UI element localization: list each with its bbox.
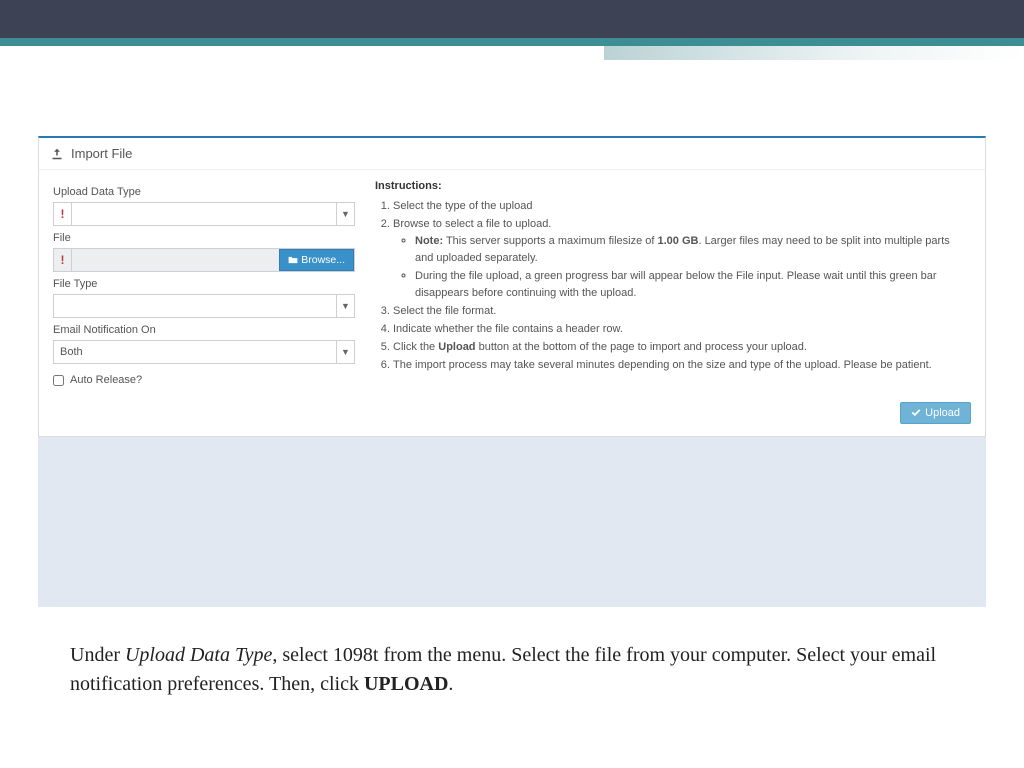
instructions-column: Instructions: Select the type of the upl… — [355, 180, 971, 386]
caption-em: Upload Data Type — [125, 644, 272, 666]
chevron-down-icon: ▼ — [336, 341, 354, 363]
label-email-notification: Email Notification On — [53, 324, 355, 336]
accent-bar — [0, 38, 1024, 46]
instruction-text: button at the bottom of the page to impo… — [476, 341, 807, 353]
auto-release-checkbox[interactable] — [53, 375, 64, 386]
panel-title: Import File — [71, 146, 132, 161]
chevron-down-icon: ▼ — [336, 295, 354, 317]
email-notification-value: Both — [54, 346, 89, 358]
instruction-note: Note: This server supports a maximum fil… — [415, 233, 971, 267]
label-file-type: File Type — [53, 278, 355, 290]
note-filesize: 1.00 GB — [657, 235, 698, 247]
upload-icon — [51, 148, 63, 160]
page-wrap: Import File Upload Data Type ! ▼ File ! … — [0, 46, 1024, 607]
form-column: Upload Data Type ! ▼ File ! Browse... Fi… — [53, 180, 355, 386]
instruction-bold: Upload — [438, 341, 475, 353]
instructions-heading: Instructions: — [375, 180, 971, 192]
email-notification-select[interactable]: Both ▼ — [53, 340, 355, 364]
file-type-select[interactable]: ▼ — [53, 294, 355, 318]
instruction-item: The import process may take several minu… — [393, 357, 971, 374]
instruction-item: Indicate whether the file contains a hea… — [393, 321, 971, 338]
caption-strong: UPLOAD — [364, 673, 448, 695]
instruction-text: Click the — [393, 341, 438, 353]
instructions-list: Select the type of the upload Browse to … — [375, 198, 971, 374]
note-label: Note: — [415, 235, 443, 247]
browse-button[interactable]: Browse... — [279, 249, 354, 271]
instruction-item: Select the type of the upload — [393, 198, 971, 215]
instruction-item: Click the Upload button at the bottom of… — [393, 339, 971, 356]
file-input[interactable]: ! Browse... — [53, 248, 355, 272]
upload-data-type-select[interactable]: ! ▼ — [53, 202, 355, 226]
label-file: File — [53, 232, 355, 244]
bottom-spacer — [38, 437, 986, 607]
chevron-down-icon: ▼ — [336, 203, 354, 225]
upload-button-label: Upload — [925, 407, 960, 419]
required-icon: ! — [54, 249, 72, 271]
check-icon — [911, 408, 921, 418]
instruction-text: Browse to select a file to upload. — [393, 218, 551, 230]
label-auto-release: Auto Release? — [70, 374, 142, 386]
instruction-item: Browse to select a file to upload. Note:… — [393, 216, 971, 302]
note-text: This server supports a maximum filesize … — [443, 235, 657, 247]
instruction-note: During the file upload, a green progress… — [415, 268, 971, 302]
instruction-item: Select the file format. — [393, 303, 971, 320]
required-icon: ! — [54, 203, 72, 225]
upload-button[interactable]: Upload — [900, 402, 971, 424]
browse-label: Browse... — [301, 254, 345, 266]
instruction-sublist: Note: This server supports a maximum fil… — [393, 233, 971, 302]
caption-fragment: . — [448, 673, 453, 695]
caption-fragment: Under — [70, 644, 125, 666]
panel-header: Import File — [39, 138, 985, 170]
caption-text: Under Upload Data Type, select 1098t fro… — [0, 607, 1024, 699]
label-upload-data-type: Upload Data Type — [53, 186, 355, 198]
import-file-panel: Import File Upload Data Type ! ▼ File ! … — [38, 136, 986, 437]
folder-open-icon — [288, 255, 298, 265]
topbar — [0, 0, 1024, 38]
